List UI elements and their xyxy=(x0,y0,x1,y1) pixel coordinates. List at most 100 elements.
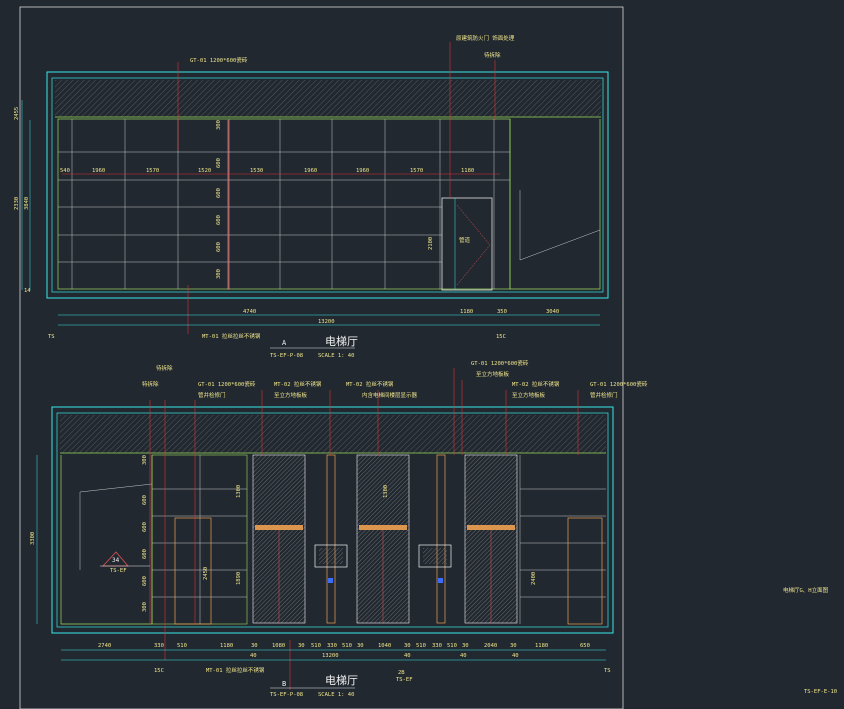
detail-ref: 2B xyxy=(398,670,405,676)
dim-a-top-7: 1570 xyxy=(410,168,423,174)
elevation-a-left-axis: TS xyxy=(48,334,55,340)
elevation-a-door-callout: 原建筑防火门 饰面处理 xyxy=(456,34,515,42)
dim-a-top-8: 1180 xyxy=(461,168,474,174)
dim-b-bottom-16: 30 xyxy=(462,643,469,649)
elevation-a-title: 电梯厅 xyxy=(325,335,358,348)
dim-a-mid-1: 600 xyxy=(216,158,222,168)
dim-a-top-5: 1960 xyxy=(304,168,317,174)
dim-b-sub-0: 40 xyxy=(250,653,257,659)
callout-b-mt02-mid-sub: 内含电梯间楼层显示器 xyxy=(362,391,418,399)
dim-b-bottom-5: 1080 xyxy=(272,643,285,649)
dim-a-mid-0: 300 xyxy=(216,120,222,130)
sheet-side-note: 电梯厅G、H立面图 xyxy=(783,586,829,594)
elevation-a-floor-callout: MT-01 拉丝拉丝不锈钢 xyxy=(202,332,261,340)
dim-b-mid-2: 600 xyxy=(142,522,148,532)
elevation-a-door-height: 2100 xyxy=(428,237,434,250)
section-marker-34-sub: TS-EF xyxy=(110,568,127,574)
dim-b-door-2: 1300 xyxy=(383,485,389,498)
dim-b-bottom-12: 30 xyxy=(404,643,411,649)
dim-b-bottom-1: 330 xyxy=(154,643,164,649)
dim-b-bottom-4: 30 xyxy=(251,643,258,649)
callout-b-left-sub: 管井检修门 xyxy=(198,391,226,399)
elevation-b-bottom-dimensions: 2740 330 510 1180 30 1080 30 510 330 510… xyxy=(98,643,590,659)
dim-b-bottom-19: 1180 xyxy=(535,643,548,649)
dim-a-left-2: 3840 xyxy=(24,197,30,210)
dim-b-bottom-7: 510 xyxy=(311,643,321,649)
dim-b-left-0: 3300 xyxy=(30,532,36,545)
dim-b-bottom-0: 2740 xyxy=(98,643,111,649)
dim-a-bottom-1: 1180 xyxy=(460,309,473,315)
elevation-a-right-axis: 15C xyxy=(496,334,506,340)
callout-b-top-left-1: 待拆除 xyxy=(156,364,173,372)
dim-b-bottom-11: 1040 xyxy=(378,643,391,649)
callout-b-mt02-left: MT-02 拉丝不锈钢 xyxy=(274,380,322,388)
dim-a-mid-4: 600 xyxy=(216,242,222,252)
callout-b-floor-material: MT-01 拉丝拉丝不锈钢 xyxy=(206,666,265,674)
dim-b-overall: 13200 xyxy=(322,653,339,659)
callout-b-mt02-right-sub: 至立方地板板 xyxy=(512,391,546,399)
callout-b-gt01-right-sub: 管井检修门 xyxy=(590,391,618,399)
elevator-bay-3 xyxy=(464,454,518,624)
dim-b-mid-4: 600 xyxy=(142,576,148,586)
dim-b-bottom-8: 330 xyxy=(327,643,337,649)
elevation-a: 管道 2100 540 1960 1570 1520 1530 1960 196… xyxy=(14,34,609,359)
dim-b-bottom-14: 330 xyxy=(432,643,442,649)
dim-a-top-4: 1530 xyxy=(250,168,263,174)
elevation-a-ceiling-callout: GT-01 1200*600瓷砖 xyxy=(190,56,248,64)
dim-a-left-3: 14 xyxy=(24,288,31,294)
elevator-bay-2 xyxy=(356,454,410,624)
elevation-a-door xyxy=(441,197,493,291)
elevation-b-right-shaft-door xyxy=(567,517,603,625)
dim-a-top-1: 1960 xyxy=(92,168,105,174)
dim-a-bottom-3: 3040 xyxy=(546,309,559,315)
dim-b-bottom-3: 1180 xyxy=(220,643,233,649)
elevation-a-ceiling-hatch xyxy=(55,80,601,117)
elevator-bay-1 xyxy=(252,454,306,624)
dim-b-door-3: 2400 xyxy=(531,572,537,585)
dim-b-sub-1: 40 xyxy=(404,653,411,659)
elevation-a-door-note: 待拆除 xyxy=(484,51,501,59)
detail-ref-sub: TS-EF xyxy=(396,677,413,683)
dim-b-bottom-13: 510 xyxy=(416,643,426,649)
dim-b-left-1: 2450 xyxy=(203,567,209,580)
elevation-a-top-dimensions: 540 1960 1570 1520 1530 1960 1960 1570 1… xyxy=(60,168,474,174)
dim-b-mid-0: 300 xyxy=(142,455,148,465)
callout-b-top-right-2: 至立方地板板 xyxy=(476,370,510,378)
callout-b-mt02-left-sub: 至立方地板板 xyxy=(274,391,308,399)
elevation-b-marker: B xyxy=(282,680,286,688)
dim-a-top-6: 1960 xyxy=(356,168,369,174)
dim-a-top-3: 1520 xyxy=(198,168,211,174)
dim-b-bottom-20: 650 xyxy=(580,643,590,649)
dim-a-bottom-2: 350 xyxy=(497,309,507,315)
sheet-code: TS-EF-E-10 xyxy=(804,689,837,695)
callout-b-left-material: GT-01 1200*600瓷砖 xyxy=(198,380,256,388)
dim-a-left-0: 2455 xyxy=(14,107,20,120)
dim-b-mid-5: 300 xyxy=(142,602,148,612)
callout-b-gt01-right: GT-01 1200*600瓷砖 xyxy=(590,380,648,388)
dim-b-mid-1: 600 xyxy=(142,495,148,505)
dim-a-mid-5: 300 xyxy=(216,269,222,279)
callout-b-top-left-2: 特拆除 xyxy=(142,380,159,388)
elevation-a-mid-dimensions: 300 600 600 600 600 300 xyxy=(216,120,222,279)
dim-b-bottom-15: 510 xyxy=(447,643,457,649)
dim-b-mid-3: 600 xyxy=(142,549,148,559)
elevation-a-ref: TS-EF-P-08 xyxy=(270,353,303,359)
dim-b-bottom-10: 30 xyxy=(357,643,364,649)
dim-a-overall: 13200 xyxy=(318,319,335,325)
dim-b-door-0: 1300 xyxy=(236,485,242,498)
elevation-b: 34 TS-EF 3300 2450 300 600 600 600 600 3… xyxy=(30,359,648,698)
elevation-b-ref: TS-EF-P-08 xyxy=(270,692,303,698)
dim-b-sub-3: 40 xyxy=(512,653,519,659)
dim-b-bottom-2: 510 xyxy=(177,643,187,649)
dim-b-bottom-17: 2040 xyxy=(484,643,497,649)
dim-b-bottom-18: 30 xyxy=(510,643,517,649)
dim-a-top-0: 540 xyxy=(60,168,70,174)
callout-b-mt02-right: MT-02 拉丝不锈钢 xyxy=(512,380,560,388)
dim-b-sub-2: 40 xyxy=(460,653,467,659)
dim-a-left-1: 2330 xyxy=(14,197,20,210)
cad-drawing-sheet: 管道 2100 540 1960 1570 1520 1530 1960 196… xyxy=(14,6,837,709)
elevation-b-scale: SCALE 1: 40 xyxy=(318,692,354,698)
elevation-b-right-axis: TS xyxy=(604,668,611,674)
elevation-b-left-axis: 15C xyxy=(154,668,164,674)
dim-a-top-2: 1570 xyxy=(146,168,159,174)
